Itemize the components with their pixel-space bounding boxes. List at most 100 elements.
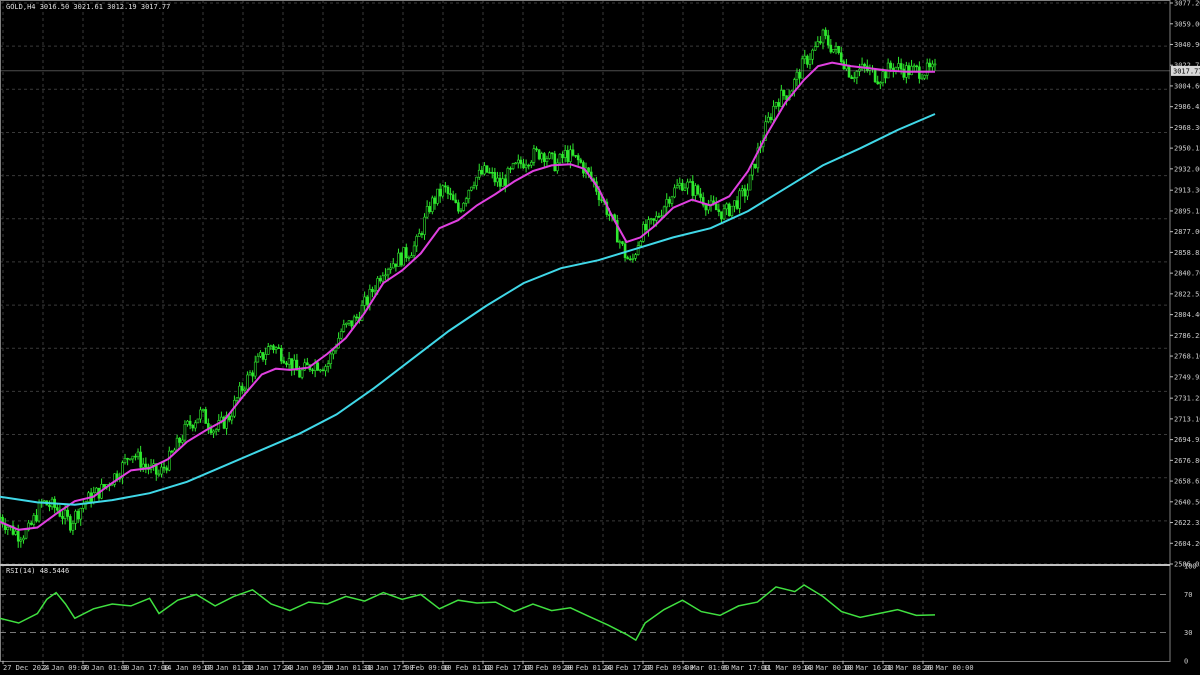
candle-body	[167, 450, 171, 471]
candle-body	[675, 185, 679, 189]
candle-body	[259, 352, 262, 357]
candle-body	[201, 409, 205, 411]
price-tick-label: 2604.20	[1174, 540, 1200, 548]
candle-body	[535, 148, 538, 151]
candle-body	[212, 430, 215, 434]
candle-body	[186, 420, 189, 425]
candle-body	[0, 516, 2, 519]
candle-body	[339, 331, 343, 339]
rsi-tick-label: 0	[1184, 658, 1188, 666]
candle-body	[191, 424, 195, 429]
candle-body	[681, 182, 684, 191]
candle-body	[516, 159, 520, 164]
candle-body	[852, 77, 856, 79]
candle-body	[725, 203, 728, 210]
candle-body	[329, 353, 333, 365]
candle-body	[425, 206, 429, 218]
price-tick-label: 3077.20	[1174, 0, 1200, 8]
candle-body	[496, 177, 499, 183]
candle-body	[423, 216, 426, 235]
candle-body	[652, 218, 656, 221]
candle-body	[579, 159, 583, 163]
candle-body	[79, 508, 83, 520]
candle-body	[920, 77, 924, 80]
price-tick-label: 3004.60	[1174, 82, 1200, 90]
candle-body	[876, 81, 880, 85]
rsi-label: RSI(14) 48.5446	[6, 567, 69, 575]
candle-body	[410, 255, 413, 258]
candle-body	[798, 71, 801, 79]
candle-body	[230, 415, 234, 421]
candle-body	[472, 185, 476, 188]
candle-body	[899, 63, 903, 70]
candle-body	[420, 233, 424, 235]
candle-body	[806, 55, 809, 65]
rsi-tick-label: 30	[1184, 629, 1192, 637]
rsi-tick-label: 70	[1184, 591, 1192, 599]
candle-body	[162, 466, 166, 469]
candle-body	[61, 516, 64, 519]
candle-body	[563, 150, 567, 158]
candle-body	[561, 153, 564, 158]
candle-body	[477, 169, 481, 178]
candle-body	[74, 510, 77, 524]
candle-body	[647, 219, 650, 231]
candle-body	[391, 263, 395, 269]
candle-body	[623, 243, 627, 258]
candle-body	[493, 172, 497, 183]
candle-body	[537, 149, 541, 160]
candle-body	[345, 322, 348, 325]
candle-body	[811, 49, 814, 60]
candle-body	[485, 165, 489, 173]
candle-body	[246, 374, 249, 390]
candle-body	[204, 409, 208, 424]
candle-body	[824, 29, 827, 36]
candle-body	[699, 193, 702, 198]
candle-body	[194, 422, 197, 429]
candle-body	[19, 539, 23, 542]
candle-body	[128, 458, 132, 461]
candle-body	[694, 185, 697, 196]
price-tick-label: 2822.55	[1174, 290, 1200, 298]
candle-body	[660, 215, 663, 218]
candle-body	[527, 164, 531, 167]
candle-body	[220, 416, 223, 421]
candle-body	[42, 500, 46, 503]
candle-body	[548, 152, 551, 159]
candle-body	[22, 537, 25, 541]
candle-body	[483, 165, 486, 175]
candle-body	[264, 354, 267, 360]
candle-body	[686, 181, 689, 189]
price-tick-label: 2786.25	[1174, 332, 1200, 340]
price-tick-label: 2640.50	[1174, 498, 1200, 506]
candle-body	[269, 345, 273, 348]
candle-body	[738, 190, 741, 209]
candle-body	[816, 41, 820, 47]
candle-body	[634, 254, 637, 259]
candle-body	[665, 199, 669, 208]
candle-body	[415, 236, 419, 247]
candle-body	[48, 504, 51, 508]
candle-body	[800, 58, 804, 79]
candle-body	[131, 455, 135, 460]
candle-body	[95, 487, 98, 494]
candle-body	[524, 164, 528, 169]
candle-body	[256, 355, 260, 363]
candle-body	[306, 362, 309, 366]
candle-body	[550, 152, 554, 155]
candle-body	[144, 463, 148, 468]
candle-body	[407, 257, 411, 259]
candle-body	[248, 372, 252, 376]
price-tick-label: 2658.65	[1174, 478, 1200, 486]
candle-body	[397, 252, 400, 267]
candle-body	[501, 178, 504, 187]
candle-body	[657, 215, 661, 218]
candle-body	[326, 363, 330, 367]
candle-body	[714, 203, 718, 211]
candle-body	[540, 153, 544, 160]
candle-body	[170, 450, 174, 453]
price-chart[interactable]: 3077.203059.003040.903022.753004.602986.…	[0, 0, 1200, 675]
candle-body	[545, 158, 549, 162]
candle-body	[720, 211, 723, 220]
candle-body	[251, 372, 254, 377]
